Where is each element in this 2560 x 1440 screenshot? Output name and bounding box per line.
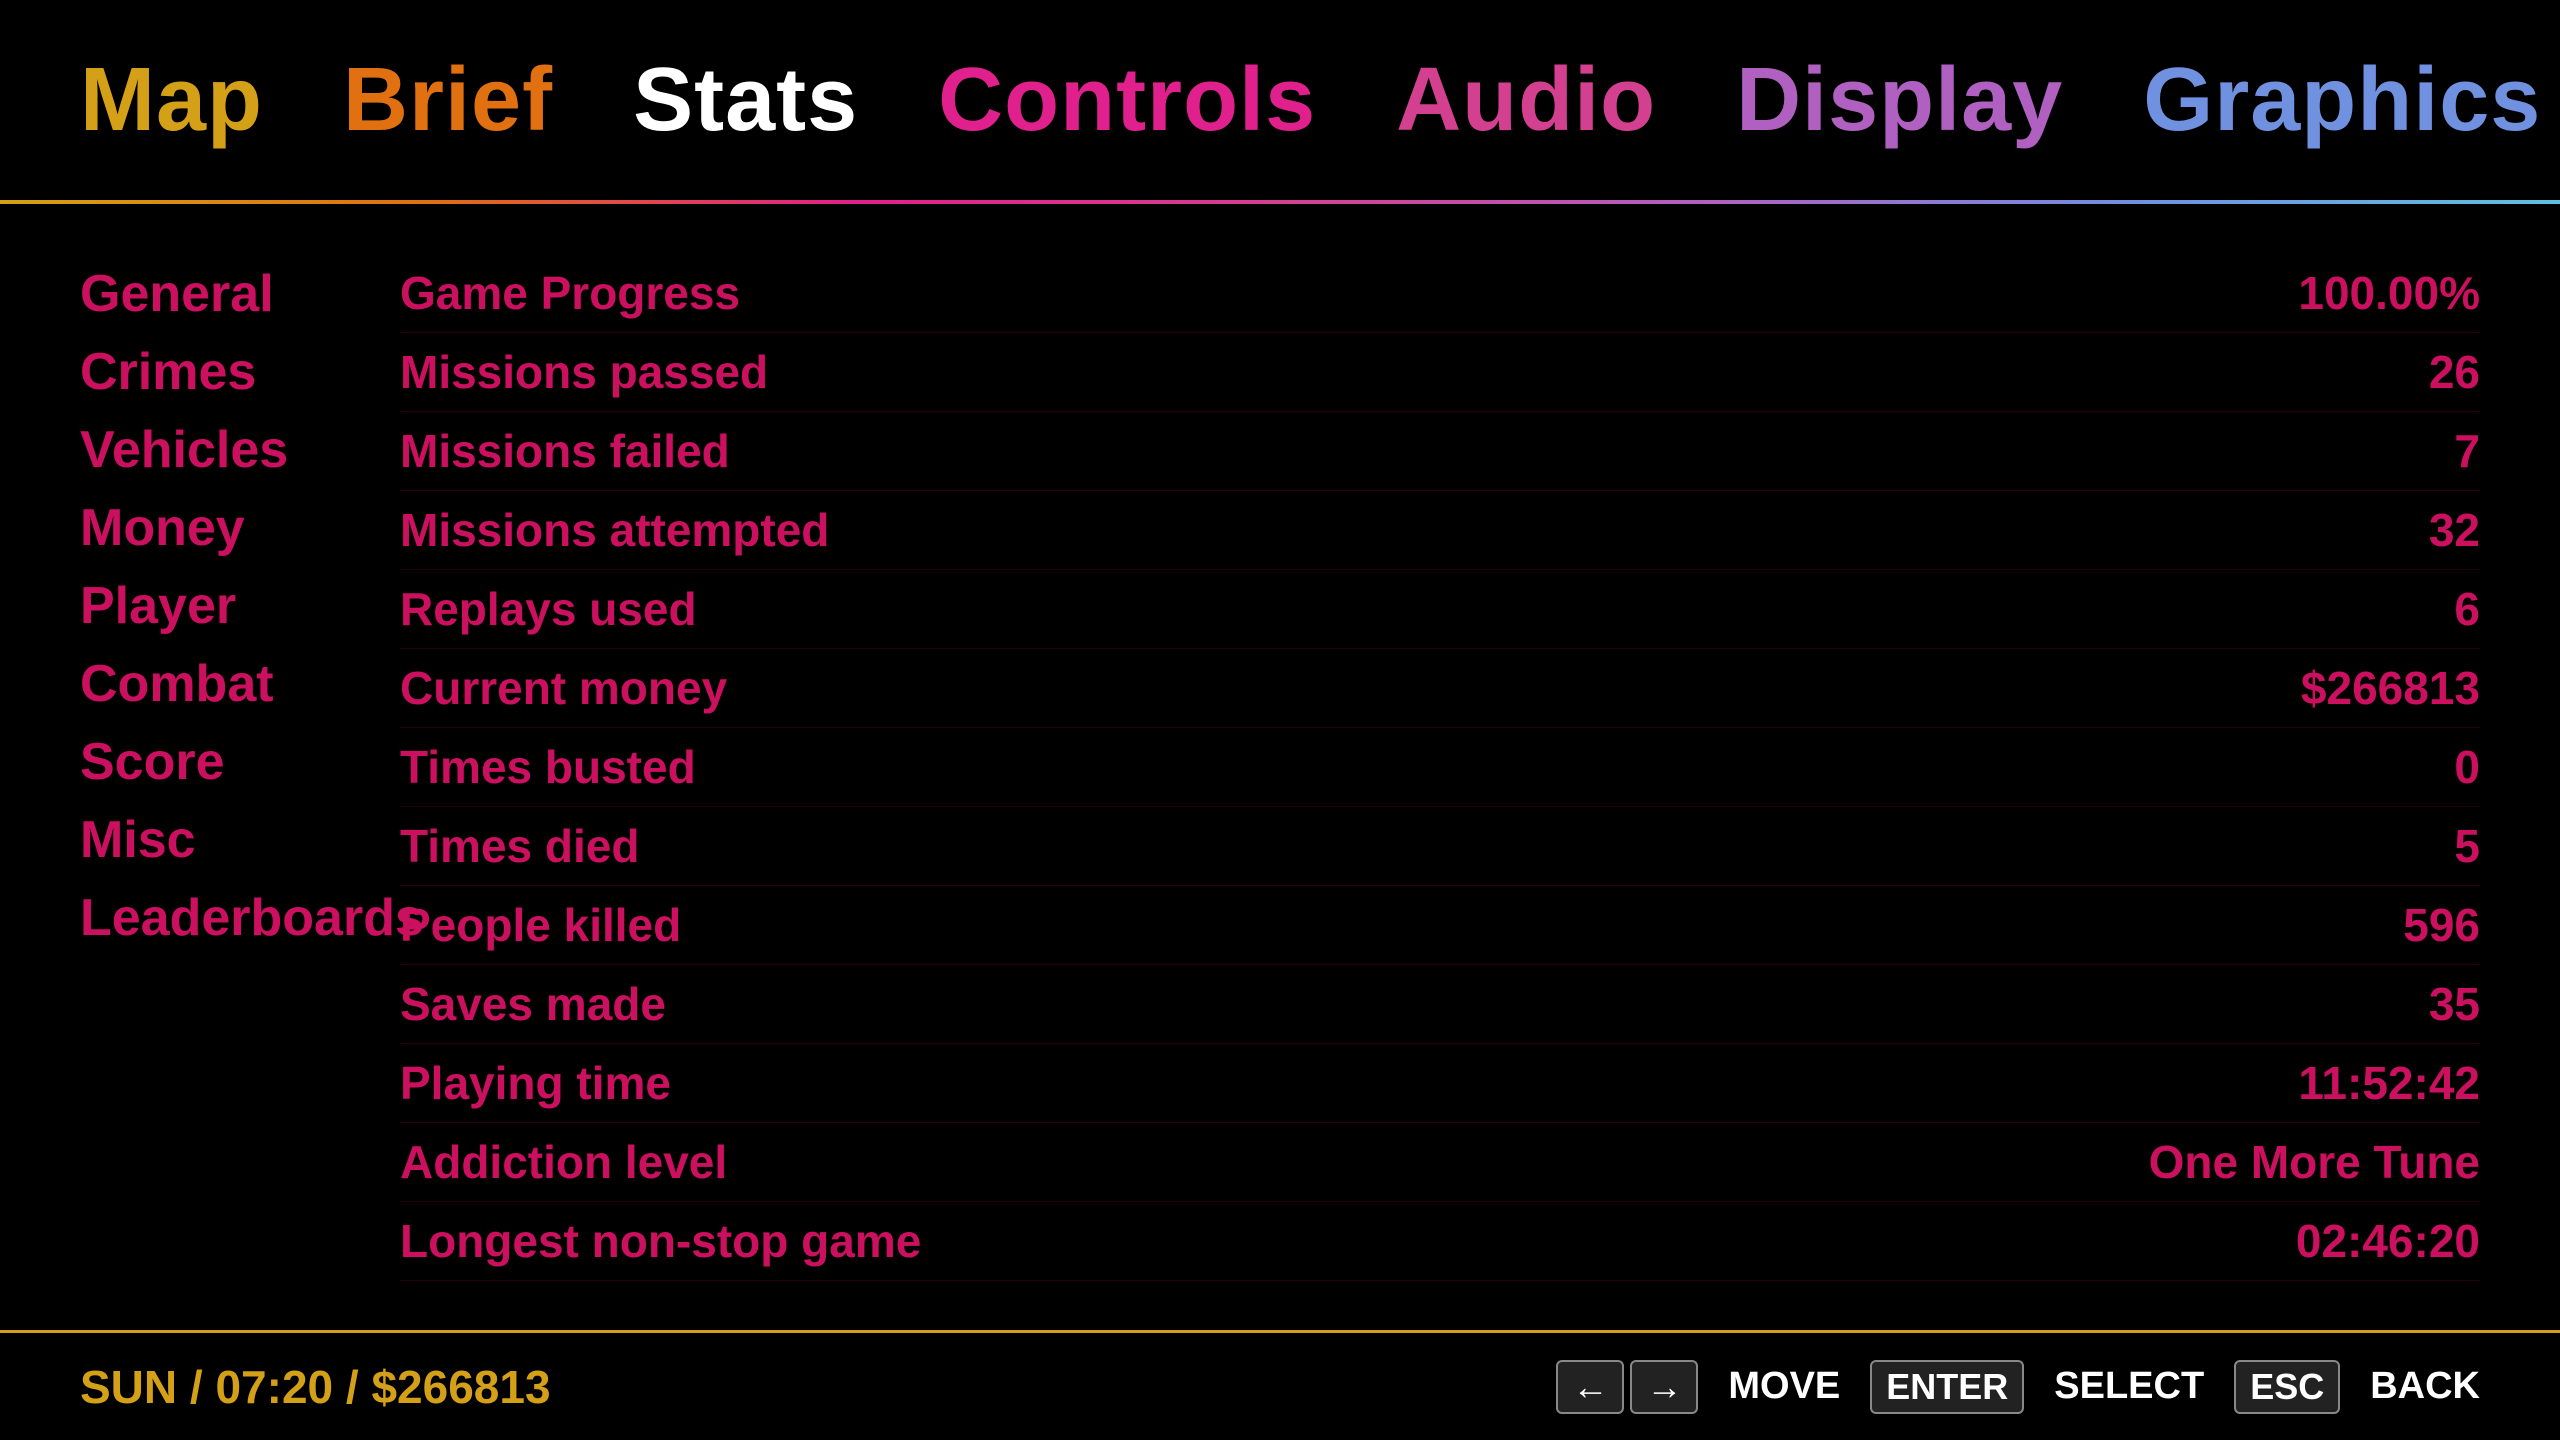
left-arrow-key[interactable]: ←	[1556, 1360, 1624, 1414]
stat-row: Current money $266813	[400, 649, 2480, 728]
stat-value: $266813	[2301, 661, 2480, 715]
stat-label: People killed	[400, 898, 681, 952]
bottom-bar: SUN / 07:20 / $266813 ← → MOVE ENTER SEL…	[0, 1330, 2560, 1440]
stat-label: Missions attempted	[400, 503, 829, 557]
sidebar-item-general[interactable]: General	[80, 264, 400, 324]
stat-row: Saves made 35	[400, 965, 2480, 1044]
stat-value: 7	[2454, 424, 2480, 478]
stat-value: 02:46:20	[2296, 1214, 2480, 1268]
esc-key[interactable]: ESC	[2234, 1360, 2340, 1414]
back-label: BACK	[2370, 1365, 2480, 1408]
sidebar-item-player[interactable]: Player	[80, 576, 400, 636]
stat-row: Missions passed 26	[400, 333, 2480, 412]
stat-value: 5	[2454, 819, 2480, 873]
nav-stats[interactable]: Stats	[633, 49, 858, 152]
stat-value: 26	[2429, 345, 2480, 399]
stat-row: People killed 596	[400, 886, 2480, 965]
sidebar-item-money[interactable]: Money	[80, 498, 400, 558]
stat-row: Favorite radio stationSan Juan Sounds	[400, 1281, 2480, 1290]
stat-row: Missions failed 7	[400, 412, 2480, 491]
nav-graphics[interactable]: Graphics	[2143, 49, 2541, 152]
bottom-controls: ← → MOVE ENTER SELECT ESC BACK	[1556, 1360, 2480, 1414]
bottom-status: SUN / 07:20 / $266813	[80, 1360, 551, 1414]
nav-controls[interactable]: Controls	[938, 49, 1316, 152]
stat-label: Longest non-stop game	[400, 1214, 921, 1268]
arrow-keys: ← →	[1556, 1360, 1698, 1414]
stat-row: Playing time 11:52:42	[400, 1044, 2480, 1123]
stat-value: 35	[2429, 977, 2480, 1031]
stat-row: Replays used 6	[400, 570, 2480, 649]
stat-label: Saves made	[400, 977, 666, 1031]
stat-row: Longest non-stop game 02:46:20	[400, 1202, 2480, 1281]
stat-row: Game Progress 100.00%	[400, 254, 2480, 333]
stat-value: 11:52:42	[2298, 1056, 2480, 1110]
stat-value: 32	[2429, 503, 2480, 557]
stat-label: Game Progress	[400, 266, 740, 320]
sidebar-item-score[interactable]: Score	[80, 732, 400, 792]
main-content: General Crimes Vehicles Money Player Com…	[0, 204, 2560, 1330]
top-nav: Map Brief Stats Controls Audio Display G…	[0, 0, 2560, 200]
stat-label: Current money	[400, 661, 727, 715]
stat-row: Times died 5	[400, 807, 2480, 886]
stat-value: 0	[2454, 740, 2480, 794]
stat-value: 6	[2454, 582, 2480, 636]
stat-value: One More Tune	[2149, 1135, 2480, 1189]
stats-panel: Game Progress100.00%Missions passed26Mis…	[400, 244, 2480, 1290]
move-label: MOVE	[1728, 1365, 1840, 1408]
stat-row: Missions attempted 32	[400, 491, 2480, 570]
sidebar-item-misc[interactable]: Misc	[80, 810, 400, 870]
right-arrow-key[interactable]: →	[1630, 1360, 1698, 1414]
sidebar-item-leaderboards[interactable]: Leaderboards	[80, 888, 400, 948]
stat-row: Times busted 0	[400, 728, 2480, 807]
stat-value: 100.00%	[2298, 266, 2480, 320]
stat-value: 596	[2403, 898, 2480, 952]
sidebar-item-combat[interactable]: Combat	[80, 654, 400, 714]
nav-brief[interactable]: Brief	[343, 49, 553, 152]
nav-map[interactable]: Map	[80, 49, 263, 152]
stat-label: Playing time	[400, 1056, 671, 1110]
stat-label: Times busted	[400, 740, 696, 794]
stat-label: Addiction level	[400, 1135, 727, 1189]
stat-label: Missions failed	[400, 424, 730, 478]
nav-audio[interactable]: Audio	[1396, 49, 1656, 152]
sidebar: General Crimes Vehicles Money Player Com…	[80, 244, 400, 1290]
sidebar-item-vehicles[interactable]: Vehicles	[80, 420, 400, 480]
stat-label: Times died	[400, 819, 639, 873]
sidebar-item-crimes[interactable]: Crimes	[80, 342, 400, 402]
nav-display[interactable]: Display	[1736, 49, 2063, 152]
select-label: SELECT	[2054, 1365, 2204, 1408]
stat-label: Replays used	[400, 582, 697, 636]
stat-label: Missions passed	[400, 345, 768, 399]
enter-key[interactable]: ENTER	[1870, 1360, 2024, 1414]
stat-row: Addiction level One More Tune	[400, 1123, 2480, 1202]
